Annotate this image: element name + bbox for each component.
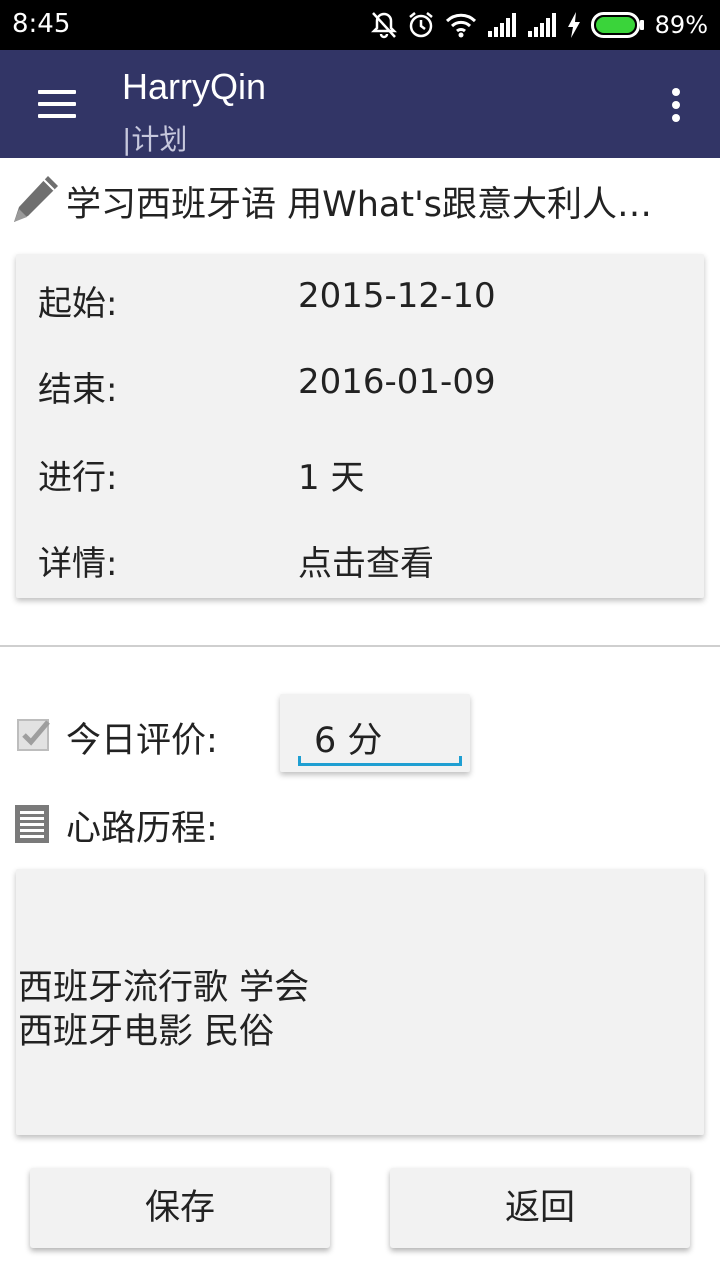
wifi-icon (445, 13, 476, 38)
detail-row-start: 起始: 2015-12-10 (38, 276, 678, 336)
signal-icon (487, 13, 516, 37)
detail-value: 2016-01-09 (298, 362, 496, 402)
more-vert-icon[interactable] (672, 88, 682, 124)
detail-value: 1 天 (298, 458, 365, 498)
detail-row-end: 结束: 2016-01-09 (38, 362, 678, 422)
view-details-link[interactable]: 点击查看 (298, 536, 434, 585)
detail-label: 进行: (38, 458, 118, 498)
document-icon (15, 805, 49, 843)
rating-row: 今日评价: 6 分 (0, 690, 720, 780)
status-icons: 89% (370, 8, 708, 42)
input-underline (298, 756, 462, 766)
detail-value: 2015-12-10 (298, 276, 496, 316)
detail-row-progress: 进行: 1 天 (38, 450, 678, 510)
mute-icon (370, 12, 397, 39)
detail-label: 详情: (38, 544, 118, 584)
status-bar: 8:45 89% (0, 0, 720, 50)
charging-icon (567, 12, 580, 38)
journey-textarea[interactable]: 西班牙流行歌 学会 西班牙电影 民俗 (16, 869, 704, 1135)
signal-icon (527, 13, 556, 37)
rating-input[interactable]: 6 分 (280, 694, 470, 772)
app-bar: HarryQin |计划 (0, 50, 720, 158)
back-button[interactable]: 返回 (390, 1168, 690, 1248)
checkbox-icon[interactable] (16, 716, 52, 752)
status-time: 8:45 (12, 9, 71, 39)
plan-name: 学习西班牙语 用What's跟意大利人… (66, 185, 652, 225)
journey-label: 心路历程: (66, 809, 218, 849)
menu-icon[interactable] (38, 90, 76, 120)
battery-percent: 89% (654, 11, 708, 39)
alarm-icon (408, 12, 433, 38)
app-subtitle: |计划 (122, 123, 188, 156)
divider (0, 645, 720, 647)
detail-label: 起始: (38, 284, 118, 324)
battery-icon (590, 12, 644, 38)
plan-header: 学习西班牙语 用What's跟意大利人… (0, 168, 720, 238)
rating-label: 今日评价: (66, 721, 218, 761)
journey-line: 西班牙电影 民俗 (18, 1012, 275, 1052)
save-button[interactable]: 保存 (30, 1168, 330, 1248)
detail-label: 结束: (38, 370, 118, 410)
journey-header: 心路历程: (0, 796, 720, 856)
pencil-icon (14, 176, 58, 222)
app-title: HarryQin (122, 66, 267, 107)
plan-details-card: 起始: 2015-12-10 结束: 2016-01-09 进行: 1 天 详情… (16, 254, 704, 598)
detail-row-details[interactable]: 详情: 点击查看 (38, 536, 678, 596)
